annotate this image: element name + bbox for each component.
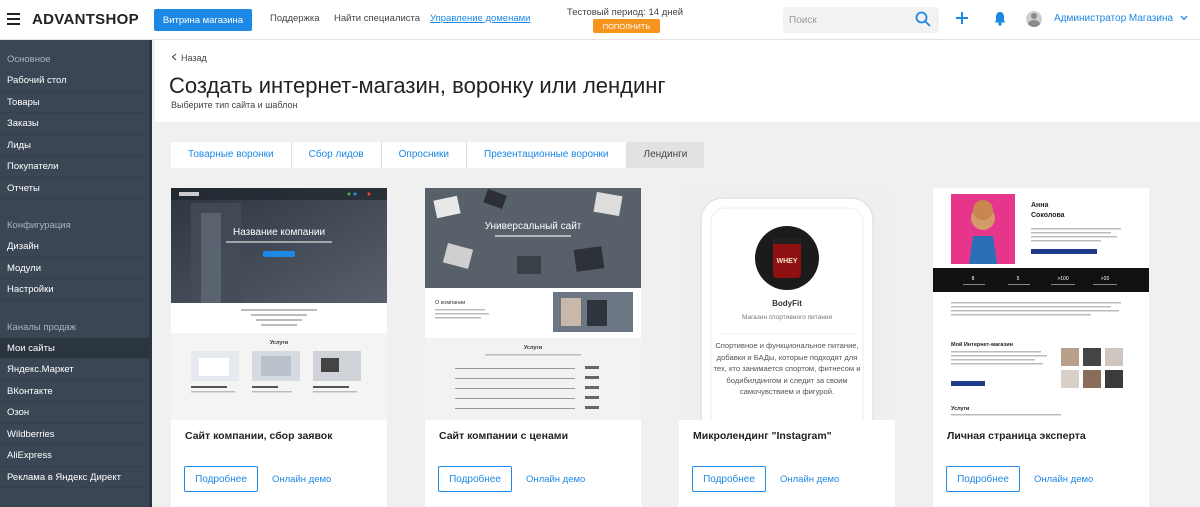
- tab-product-funnels[interactable]: Товарные воронки: [171, 142, 292, 168]
- demo-link[interactable]: Онлайн демо: [526, 474, 585, 485]
- priced-site-preview: Универсальный сайт О компании Услуги: [425, 188, 641, 420]
- support-link[interactable]: Поддержка: [270, 13, 320, 24]
- preview-hero-title: Название компании: [233, 227, 325, 238]
- top-bar: ADVANTSHOP Витрина магазина Поддержка На…: [0, 0, 1200, 40]
- preview-section-title: Услуги: [270, 340, 288, 346]
- sidebar-item-leads[interactable]: Лиды: [0, 135, 149, 156]
- details-button[interactable]: Подробнее: [946, 466, 1020, 492]
- trial-text: Тестовый период: 14 дней: [566, 7, 684, 18]
- logo: ADVANTSHOP: [32, 11, 139, 28]
- preview-description: Спортивное и функциональное питание, доб…: [713, 341, 861, 396]
- preview-brand: BodyFit: [772, 299, 802, 308]
- template-tabs: Товарные воронки Сбор лидов Опросники Пр…: [171, 142, 705, 168]
- sidebar-item-settings[interactable]: Настройки: [0, 279, 149, 301]
- demo-link[interactable]: Онлайн демо: [272, 474, 331, 485]
- tab-lead-collection[interactable]: Сбор лидов: [292, 142, 382, 168]
- preview-about-title: О компании: [435, 300, 465, 306]
- preview-services-title: Услуги: [951, 406, 969, 412]
- card-title: Микролендинг "Instagram": [693, 430, 832, 442]
- sidebar-item-my-sites[interactable]: Мои сайты: [0, 337, 149, 359]
- template-preview[interactable]: Анна Соколова 8 5 >100 >20 Мой Интернет-…: [933, 188, 1149, 420]
- preview-hero-title: Универсальный сайт: [485, 221, 582, 232]
- template-preview[interactable]: Название компании Услуги: [171, 188, 387, 420]
- template-card: Универсальный сайт О компании Услуги Сай…: [425, 188, 641, 507]
- sidebar-item-yandex-direct[interactable]: Реклама в Яндекс Директ: [0, 467, 149, 488]
- sidebar-item-orders[interactable]: Заказы: [0, 113, 149, 135]
- preview-stat: 8: [972, 276, 975, 282]
- preview-stat: 5: [1017, 276, 1020, 282]
- avatar[interactable]: [1026, 11, 1042, 27]
- card-title: Личная страница эксперта: [947, 430, 1086, 442]
- plus-icon[interactable]: [955, 11, 969, 25]
- sidebar-item-yandex-market[interactable]: Яндекс.Маркет: [0, 359, 149, 381]
- tab-surveys[interactable]: Опросники: [382, 142, 468, 168]
- main-content: Назад Создать интернет-магазин, воронку …: [155, 40, 1200, 507]
- sidebar-section-config: Конфигурация: [7, 220, 71, 231]
- preview-tagline: Магазин спортивного питания: [742, 314, 833, 321]
- page-header: Назад Создать интернет-магазин, воронку …: [155, 40, 1200, 122]
- sidebar-item-wildberries[interactable]: Wildberries: [0, 424, 149, 445]
- menu-icon[interactable]: [7, 13, 20, 25]
- bell-icon[interactable]: [993, 11, 1007, 26]
- company-site-preview: Название компании Услуги: [171, 188, 387, 420]
- back-label: Назад: [181, 53, 207, 63]
- sidebar-item-design[interactable]: Дизайн: [0, 236, 149, 258]
- topup-button[interactable]: ПОПОЛНИТЬ: [593, 19, 660, 33]
- details-button[interactable]: Подробнее: [692, 466, 766, 492]
- search-icon[interactable]: [915, 11, 931, 27]
- template-preview[interactable]: Универсальный сайт О компании Услуги: [425, 188, 641, 420]
- template-preview[interactable]: WHEY BodyFit Магазин спортивного питания…: [679, 188, 895, 420]
- sidebar-item-customers[interactable]: Покупатели: [0, 156, 149, 178]
- sidebar: Основное Рабочий стол Товары Заказы Лиды…: [0, 40, 152, 507]
- sidebar-item-modules[interactable]: Модули: [0, 258, 149, 279]
- domains-link[interactable]: Управление доменами: [430, 13, 530, 24]
- preview-product-label: WHEY: [777, 258, 798, 265]
- sidebar-section-channels: Каналы продаж: [7, 321, 77, 333]
- preview-expert-name: Анна Соколова: [1031, 202, 1065, 219]
- instagram-landing-preview: WHEY BodyFit Магазин спортивного питания…: [679, 188, 895, 420]
- sidebar-section-main: Основное: [7, 54, 51, 65]
- sidebar-item-products[interactable]: Товары: [0, 92, 149, 113]
- preview-stat: >20: [1101, 276, 1110, 282]
- user-name[interactable]: Администратор Магазина: [1054, 13, 1173, 24]
- back-link[interactable]: Назад: [171, 53, 207, 63]
- find-specialist-link[interactable]: Найти специалиста: [334, 13, 420, 24]
- chevron-left-icon: [171, 53, 177, 61]
- expert-page-preview: Анна Соколова 8 5 >100 >20 Мой Интернет-…: [933, 188, 1149, 420]
- demo-link[interactable]: Онлайн демо: [780, 474, 839, 485]
- storefront-button[interactable]: Витрина магазина: [154, 9, 252, 31]
- page-subtitle: Выберите тип сайта и шаблон: [171, 100, 298, 110]
- sidebar-item-vkontakte[interactable]: ВКонтакте: [0, 381, 149, 402]
- sidebar-item-ozon[interactable]: Озон: [0, 402, 149, 424]
- tab-presentation-funnels[interactable]: Презентационные воронки: [467, 142, 627, 168]
- details-button[interactable]: Подробнее: [438, 466, 512, 492]
- chevron-down-icon[interactable]: [1180, 15, 1188, 21]
- template-card: Анна Соколова 8 5 >100 >20 Мой Интернет-…: [933, 188, 1149, 507]
- page-title: Создать интернет-магазин, воронку или ле…: [169, 73, 666, 98]
- preview-section-title: Мой Интернет-магазин: [951, 341, 1013, 348]
- template-card: Название компании Услуги Сайт компании, …: [171, 188, 387, 507]
- sidebar-item-dashboard[interactable]: Рабочий стол: [0, 70, 149, 92]
- preview-section-title: Услуги: [524, 345, 542, 351]
- sidebar-item-reports[interactable]: Отчеты: [0, 178, 149, 199]
- sidebar-item-aliexpress[interactable]: AliExpress: [0, 445, 149, 467]
- card-title: Сайт компании с ценами: [439, 430, 569, 442]
- details-button[interactable]: Подробнее: [184, 466, 258, 492]
- template-card: WHEY BodyFit Магазин спортивного питания…: [679, 188, 895, 507]
- preview-stat: >100: [1057, 276, 1068, 282]
- tab-landings[interactable]: Лендинги: [626, 142, 705, 168]
- demo-link[interactable]: Онлайн демо: [1034, 474, 1093, 485]
- card-title: Сайт компании, сбор заявок: [185, 430, 333, 442]
